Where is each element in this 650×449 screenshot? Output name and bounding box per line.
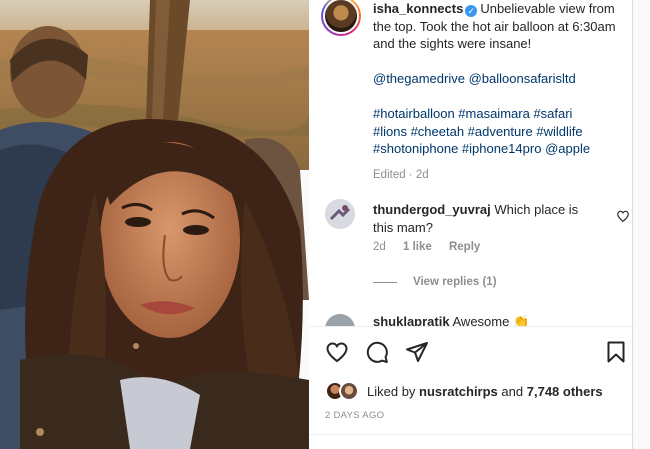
post-action-bar [325,340,625,364]
heart-icon[interactable] [325,340,349,364]
comment-body: Awesome 👏 [452,314,530,326]
page-background [633,0,650,449]
mention-link[interactable]: @apple [545,141,590,156]
post-side-panel: isha_konnects ✓ Unbelievable view from the… [309,0,633,449]
commenter-username[interactable]: shuklapratik [373,314,450,326]
view-replies-label: View replies (1) [413,276,497,288]
reply-button[interactable]: Reply [449,241,480,253]
bookmark-icon[interactable] [604,340,628,364]
comment-meta: 2d 1 like Reply [373,241,494,253]
comment-text-block: thundergod_yuvraj Which place is this ma… [373,201,593,236]
likes-summary: Liked by nusratchirps and 7,748 others [325,380,625,402]
view-replies-button[interactable]: View replies (1) [373,276,497,288]
caption-hashtags: #hotairballoon #masaimara #safari #lions… [373,105,623,158]
replies-divider [373,281,397,283]
caption-mentions: @thegamedrive @balloonsafarisltd [373,70,623,88]
liker-avatar[interactable] [339,381,359,401]
author-username[interactable]: isha_konnects [373,1,463,16]
comment-item: shuklapratik Awesome 👏 [325,312,625,326]
commenter-avatar[interactable] [325,199,355,229]
post-timestamp[interactable]: 2 DAYS AGO [325,410,384,421]
hashtag-line[interactable]: #lions #cheetah #adventure #wildlife [373,123,623,141]
comment-age: 2d [373,241,386,253]
caption-text-block: isha_konnects ✓ Unbelievable view from the… [373,0,623,185]
edited-meta: Edited · 2d [373,168,429,181]
hashtag-line[interactable]: #hotairballoon #masaimara #safari [373,105,623,123]
verified-badge-icon: ✓ [465,5,478,17]
comment-like-count[interactable]: 1 like [403,241,432,253]
likes-count[interactable]: 7,748 others [527,384,603,399]
liker-avatars [325,381,359,401]
post-photo[interactable] [0,0,309,449]
section-divider [309,326,633,327]
mention-link[interactable]: @thegamedrive [373,71,465,86]
commenter-username[interactable]: thundergod_yuvraj [373,202,491,217]
comment-icon[interactable] [365,340,389,364]
liked-by-user[interactable]: nusratchirps [419,384,498,399]
liked-by-connector: and [501,383,524,399]
mention-link[interactable]: @balloonsafarisltd [469,71,576,86]
comment-heart-icon[interactable] [616,209,630,223]
hashtag-line[interactable]: #shotoniphone #iphone14pro [373,141,541,156]
author-avatar[interactable] [321,0,361,36]
comment-text-block: shuklapratik Awesome 👏 [373,314,529,326]
commenter-avatar[interactable] [325,314,355,326]
section-divider [309,434,633,435]
share-icon[interactable] [405,340,429,364]
author-avatar-image [323,0,359,34]
liked-by-prefix: Liked by [367,383,416,399]
